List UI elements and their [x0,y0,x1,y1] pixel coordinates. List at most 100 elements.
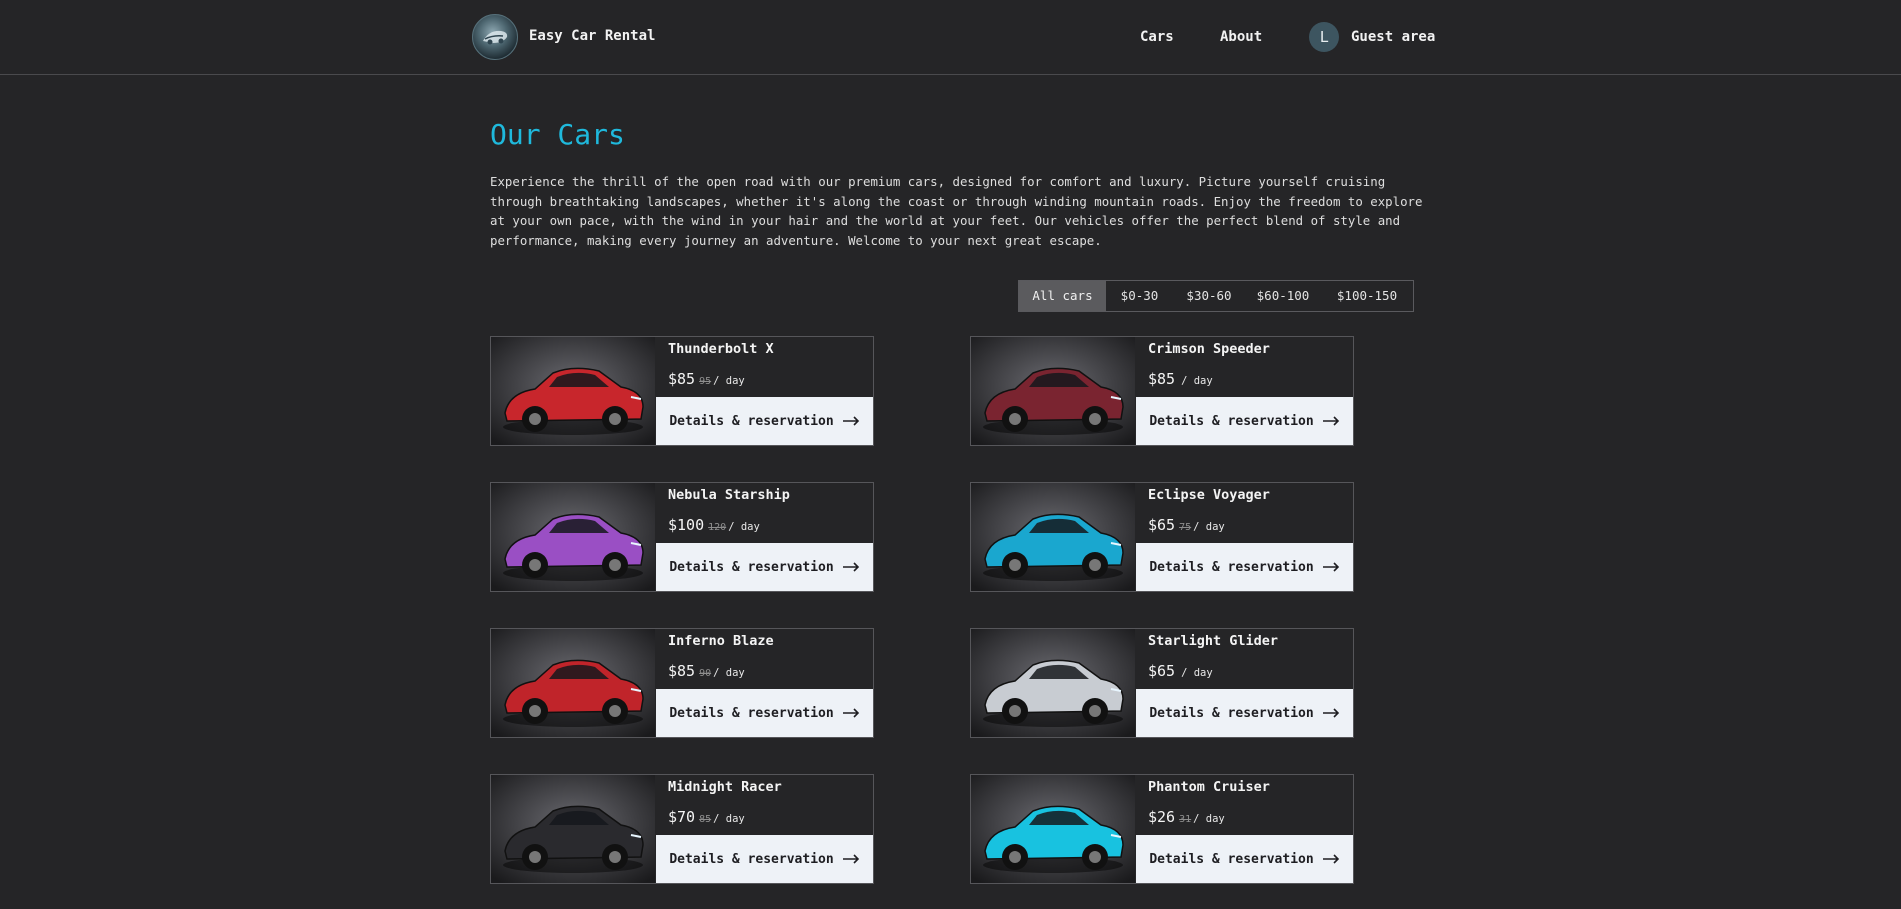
price-row: $65 / day [1148,661,1213,680]
car-card: Phantom Cruiser $26 31/ day Details & res… [970,774,1354,884]
car-image[interactable] [971,775,1135,883]
details-button-label: Details & reservation [669,559,834,575]
car-name: Nebula Starship [668,487,790,503]
arrow-right-icon [842,854,859,864]
car-name: Inferno Blaze [668,633,774,649]
price-row: $100 120/ day [668,515,760,534]
car-card: Midnight Racer $70 85/ day Details & rese… [490,774,874,884]
car-illustration-icon [971,629,1135,737]
car-old-price: 120 [708,522,727,533]
price-row: $65 75/ day [1148,515,1225,534]
arrow-right-icon [1322,562,1339,572]
nav-about[interactable]: About [1220,29,1262,45]
filter-30-60[interactable]: $30-60 [1173,281,1245,311]
price-row: $85 90/ day [668,661,745,680]
car-illustration-icon [491,337,655,445]
car-card: Thunderbolt X $85 95/ day Details & reser… [490,336,874,446]
car-image[interactable] [971,483,1135,591]
car-old-price: 75 [1179,522,1192,533]
brand-name[interactable]: Easy Car Rental [529,28,655,44]
car-card: Nebula Starship $100 120/ day Details & r… [490,482,874,592]
details-button-label: Details & reservation [669,705,834,721]
per-day-label: / day [1181,375,1213,387]
brand-logo-icon[interactable] [472,14,518,60]
avatar[interactable]: L [1309,22,1339,52]
car-price: $85 [1148,370,1176,388]
car-price: $70 [668,808,696,826]
car-name: Phantom Cruiser [1148,779,1270,795]
arrow-right-icon [842,416,859,426]
details-reservation-button[interactable]: Details & reservation [656,689,873,737]
filter-60-100[interactable]: $60-100 [1245,281,1321,311]
car-illustration-icon [971,483,1135,591]
per-day-label: / day [1193,521,1225,533]
per-day-label: / day [728,521,760,533]
details-reservation-button[interactable]: Details & reservation [1136,397,1353,445]
per-day-label: / day [713,667,745,679]
details-button-label: Details & reservation [1149,413,1314,429]
car-price: $65 [1148,516,1176,534]
per-day-label: / day [713,813,745,825]
nav-guest-area[interactable]: Guest area [1351,29,1435,45]
price-row: $85 95/ day [668,369,745,388]
details-button-label: Details & reservation [1149,851,1314,867]
car-image[interactable] [491,483,655,591]
car-card: Crimson Speeder $85 / day Details & reser… [970,336,1354,446]
price-filter: All cars $0-30 $30-60 $60-100 $100-150 [1018,280,1414,312]
car-image[interactable] [971,337,1135,445]
per-day-label: / day [1193,813,1225,825]
car-old-price: 95 [699,376,712,387]
per-day-label: / day [713,375,745,387]
filter-100-150[interactable]: $100-150 [1321,281,1413,311]
car-card: Inferno Blaze $85 90/ day Details & reser… [490,628,874,738]
arrow-right-icon [1322,416,1339,426]
details-reservation-button[interactable]: Details & reservation [1136,689,1353,737]
details-reservation-button[interactable]: Details & reservation [1136,543,1353,591]
details-reservation-button[interactable]: Details & reservation [656,543,873,591]
details-button-label: Details & reservation [1149,559,1314,575]
intro-text: Experience the thrill of the open road w… [490,174,1423,248]
car-price: $26 [1148,808,1176,826]
car-image[interactable] [491,337,655,445]
per-day-label: / day [1181,667,1213,679]
car-name: Thunderbolt X [668,341,774,357]
car-old-price: 90 [699,668,712,679]
car-illustration-icon [491,629,655,737]
details-reservation-button[interactable]: Details & reservation [1136,835,1353,883]
price-row: $85 / day [1148,369,1213,388]
car-card: Starlight Glider $65 / day Details & rese… [970,628,1354,738]
filter-all-cars[interactable]: All cars [1019,281,1106,311]
details-reservation-button[interactable]: Details & reservation [656,835,873,883]
car-old-price: 31 [1179,814,1192,825]
details-button-label: Details & reservation [669,413,834,429]
car-image[interactable] [491,629,655,737]
price-row: $70 85/ day [668,807,745,826]
car-name: Starlight Glider [1148,633,1279,649]
car-price: $85 [668,662,696,680]
car-card: Eclipse Voyager $65 75/ day Details & res… [970,482,1354,592]
car-illustration-icon [491,775,655,883]
car-image[interactable] [491,775,655,883]
filter-0-30[interactable]: $0-30 [1106,281,1173,311]
car-name: Midnight Racer [668,779,782,795]
car-price: $100 [668,516,705,534]
arrow-right-icon [842,708,859,718]
page-title: Our Cars [490,118,625,151]
details-reservation-button[interactable]: Details & reservation [656,397,873,445]
car-image[interactable] [971,629,1135,737]
nav-cars[interactable]: Cars [1140,29,1174,45]
top-header: Easy Car Rental Cars About L Guest area [0,0,1901,75]
car-illustration-icon [971,775,1135,883]
arrow-right-icon [1322,854,1339,864]
car-illustration-icon [971,337,1135,445]
car-old-price: 85 [699,814,712,825]
car-name: Eclipse Voyager [1148,487,1270,503]
arrow-right-icon [842,562,859,572]
car-illustration-icon [491,483,655,591]
arrow-right-icon [1322,708,1339,718]
price-row: $26 31/ day [1148,807,1225,826]
details-button-label: Details & reservation [1149,705,1314,721]
car-price: $85 [668,370,696,388]
details-button-label: Details & reservation [669,851,834,867]
car-name: Crimson Speeder [1148,341,1270,357]
